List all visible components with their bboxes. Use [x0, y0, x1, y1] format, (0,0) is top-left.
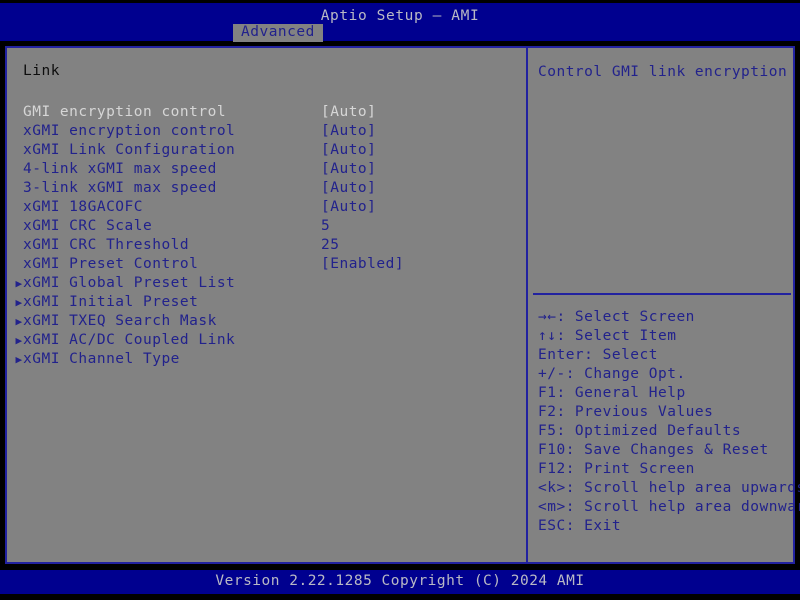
key-legend-item: F10: Save Changes & Reset	[538, 442, 769, 458]
option-label: 4-link xGMI max speed	[23, 161, 217, 177]
submenu-row[interactable]: ▶ xGMI AC/DC Coupled Link	[7, 331, 526, 350]
option-row[interactable]: xGMI CRC Scale 5	[7, 217, 526, 236]
key-legend-item: ESC: Exit	[538, 518, 622, 534]
option-value[interactable]: [Auto]	[321, 103, 376, 122]
option-label: xGMI Channel Type	[23, 351, 180, 367]
option-label: xGMI Preset Control	[23, 256, 199, 272]
key-legend-item: Enter: Select	[538, 347, 658, 363]
options-list: GMI encryption control [Auto] xGMI encrypt…	[7, 103, 526, 369]
option-row[interactable]: GMI encryption control [Auto]	[7, 103, 526, 122]
help-pane: Control GMI link encryption →←: Select S…	[528, 48, 800, 562]
submenu-row[interactable]: ▶ xGMI TXEQ Search Mask	[7, 312, 526, 331]
option-row[interactable]: 3-link xGMI max speed [Auto]	[7, 179, 526, 198]
help-description: Control GMI link encryption	[538, 64, 788, 80]
option-label: xGMI CRC Scale	[23, 218, 153, 234]
option-label: xGMI Initial Preset	[23, 294, 199, 310]
option-row[interactable]: xGMI Preset Control [Enabled]	[7, 255, 526, 274]
option-label: GMI encryption control	[23, 104, 227, 120]
key-legend-list: →←: Select Screen ↑↓: Select Item Enter: S…	[538, 308, 800, 536]
key-legend-item: <k>: Scroll help area upwards	[538, 480, 800, 496]
option-value[interactable]: [Auto]	[321, 122, 376, 141]
page-title: Aptio Setup – AMI	[320, 8, 480, 24]
submenu-row[interactable]: ▶ xGMI Global Preset List	[7, 274, 526, 293]
option-row[interactable]: xGMI CRC Threshold 25	[7, 236, 526, 255]
option-label: xGMI Link Configuration	[23, 142, 236, 158]
option-value[interactable]: 5	[321, 217, 330, 236]
option-value[interactable]: [Auto]	[321, 179, 376, 198]
option-label: xGMI Global Preset List	[23, 275, 236, 291]
option-label: xGMI TXEQ Search Mask	[23, 313, 217, 329]
option-row[interactable]: xGMI encryption control [Auto]	[7, 122, 526, 141]
section-heading: Link	[23, 63, 60, 79]
key-legend-item: ↑↓: Select Item	[538, 328, 677, 344]
version-text: Version 2.22.1285 Copyright (C) 2024 AMI	[215, 573, 585, 589]
option-row[interactable]: xGMI 18GACOFC [Auto]	[7, 198, 526, 217]
key-legend-item: +/-: Change Opt.	[538, 366, 686, 382]
option-value[interactable]: [Auto]	[321, 160, 376, 179]
key-legend-item: F2: Previous Values	[538, 404, 714, 420]
option-label: 3-link xGMI max speed	[23, 180, 217, 196]
bios-setup-screen: Aptio Setup – AMI Advanced Link GMI encr…	[0, 0, 800, 600]
option-row[interactable]: xGMI Link Configuration [Auto]	[7, 141, 526, 160]
footer-bar: Version 2.22.1285 Copyright (C) 2024 AMI	[0, 570, 800, 594]
key-legend-item: <m>: Scroll help area downwards	[538, 499, 800, 515]
option-label: xGMI AC/DC Coupled Link	[23, 332, 236, 348]
option-value[interactable]: [Auto]	[321, 141, 376, 160]
key-legend-item: F1: General Help	[538, 385, 686, 401]
options-pane: Link GMI encryption control [Auto] xGMI en…	[7, 48, 526, 562]
submenu-row[interactable]: ▶ xGMI Initial Preset	[7, 293, 526, 312]
option-label: xGMI 18GACOFC	[23, 199, 143, 215]
option-value[interactable]: 25	[321, 236, 339, 255]
option-label: xGMI encryption control	[23, 123, 236, 139]
key-legend-item: F12: Print Screen	[538, 461, 695, 477]
help-separator	[533, 293, 791, 295]
key-legend-item: →←: Select Screen	[538, 309, 695, 325]
key-legend-item: F5: Optimized Defaults	[538, 423, 742, 439]
submenu-row[interactable]: ▶ xGMI Channel Type	[7, 350, 526, 369]
menu-tab-strip: Advanced	[0, 24, 800, 42]
tab-advanced[interactable]: Advanced	[233, 24, 323, 42]
option-label: xGMI CRC Threshold	[23, 237, 190, 253]
option-value[interactable]: [Auto]	[321, 198, 376, 217]
option-row[interactable]: 4-link xGMI max speed [Auto]	[7, 160, 526, 179]
option-value[interactable]: [Enabled]	[321, 255, 404, 274]
